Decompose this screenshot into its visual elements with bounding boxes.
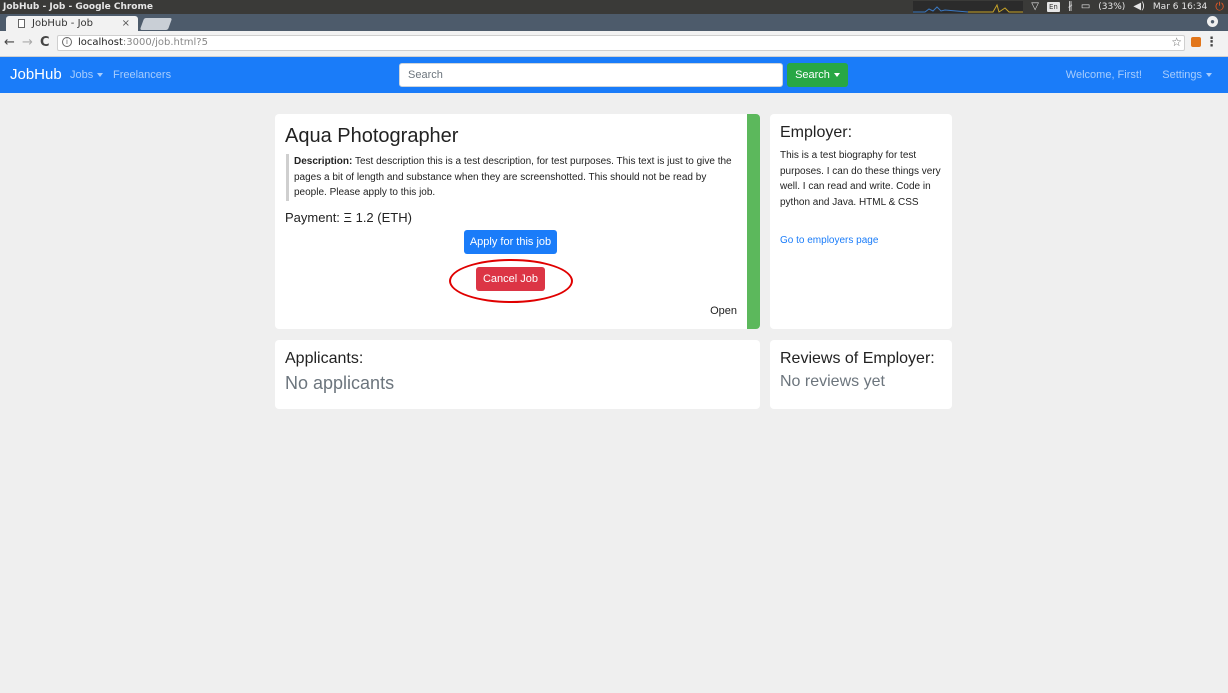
url-text[interactable]: localhost:3000/job.html?5	[78, 36, 208, 50]
battery-percent: (33%)	[1098, 2, 1126, 12]
applicants-card: Applicants: No applicants	[275, 340, 760, 409]
tab-close-icon[interactable]: ×	[122, 16, 130, 31]
volume-icon[interactable]: ◀)	[1133, 0, 1145, 14]
applicants-empty-message: No applicants	[285, 373, 395, 393]
browser-tab-active[interactable]: JobHub - Job ×	[6, 16, 138, 31]
keyboard-layout-indicator[interactable]: En	[1046, 2, 1060, 12]
back-arrow-icon[interactable]: ←	[4, 35, 15, 51]
reviews-heading: Reviews of Employer:	[780, 350, 935, 367]
job-title: Aqua Photographer	[285, 125, 459, 147]
employer-page-link[interactable]: Go to employers page	[780, 235, 878, 246]
chrome-menu-icon[interactable]: ⋮	[1205, 34, 1218, 50]
page-icon	[18, 19, 25, 28]
site-info-icon[interactable]: i	[62, 37, 72, 47]
reviews-card: Reviews of Employer: No reviews yet	[770, 340, 952, 409]
caret-down-icon	[97, 73, 104, 78]
job-description: Description: Test description this is a …	[286, 154, 740, 201]
search-dropdown-button[interactable]: Search	[787, 63, 848, 87]
tab-title: JobHub - Job	[32, 18, 94, 29]
forward-arrow-icon[interactable]: →	[22, 35, 33, 51]
reload-icon[interactable]: C	[40, 35, 50, 51]
nav-jobs-dropdown[interactable]: Jobs	[70, 69, 104, 81]
wifi-icon[interactable]: ▽	[1031, 0, 1039, 14]
reviews-empty-message: No reviews yet	[780, 373, 885, 390]
settings-dropdown[interactable]: Settings	[1162, 69, 1212, 81]
app-navbar: JobHub Jobs Freelancers Search Welcome, …	[0, 57, 1228, 93]
cancel-job-button[interactable]: Cancel Job	[476, 267, 545, 291]
system-monitor-graph	[913, 1, 1024, 13]
caret-down-icon	[833, 73, 840, 78]
applicants-heading: Applicants:	[285, 350, 364, 367]
welcome-message: Welcome, First!	[1065, 69, 1142, 81]
job-payment: Payment: Ξ 1.2 (ETH)	[285, 210, 412, 225]
caret-down-icon	[1206, 73, 1212, 78]
employer-card: Employer: This is a test biography for t…	[770, 114, 952, 329]
apply-job-button[interactable]: Apply for this job	[464, 230, 557, 254]
employer-heading: Employer:	[780, 124, 853, 141]
job-card: Aqua Photographer Description: Test desc…	[275, 114, 760, 329]
power-icon[interactable]: ⏻	[1215, 0, 1224, 14]
new-tab-button[interactable]	[139, 18, 173, 30]
bluetooth-icon[interactable]: ∦	[1068, 0, 1073, 14]
clock[interactable]: Mar 6 16:34	[1153, 0, 1207, 14]
description-text: Test description this is a test descript…	[294, 156, 732, 198]
metamask-extension-icon[interactable]	[1191, 37, 1201, 47]
brand-logo[interactable]: JobHub	[10, 66, 62, 83]
browser-tab-strip: JobHub - Job × ●	[0, 14, 1228, 31]
battery-icon[interactable]: ▭	[1081, 0, 1090, 14]
window-title: JobHub - Job - Google Chrome	[3, 2, 153, 12]
nav-freelancers-link[interactable]: Freelancers	[113, 69, 171, 81]
os-top-bar: JobHub - Job - Google Chrome ▽ En ∦ ▭ (3…	[0, 0, 1228, 14]
bookmark-star-icon[interactable]: ☆	[1171, 35, 1182, 49]
profile-icon[interactable]: ●	[1207, 16, 1218, 27]
description-label: Description:	[294, 156, 353, 167]
employer-bio: This is a test biography for test purpos…	[780, 150, 941, 208]
browser-toolbar: ← → C i localhost:3000/job.html?5 ☆ ⋮	[0, 31, 1228, 57]
system-tray: ▽ En ∦ ▭ (33%) ◀) Mar 6 16:34 ⏻	[913, 0, 1224, 14]
search-input[interactable]	[399, 63, 783, 87]
job-status: Open	[710, 305, 737, 317]
address-bar[interactable]: i localhost:3000/job.html?5	[57, 35, 1185, 51]
